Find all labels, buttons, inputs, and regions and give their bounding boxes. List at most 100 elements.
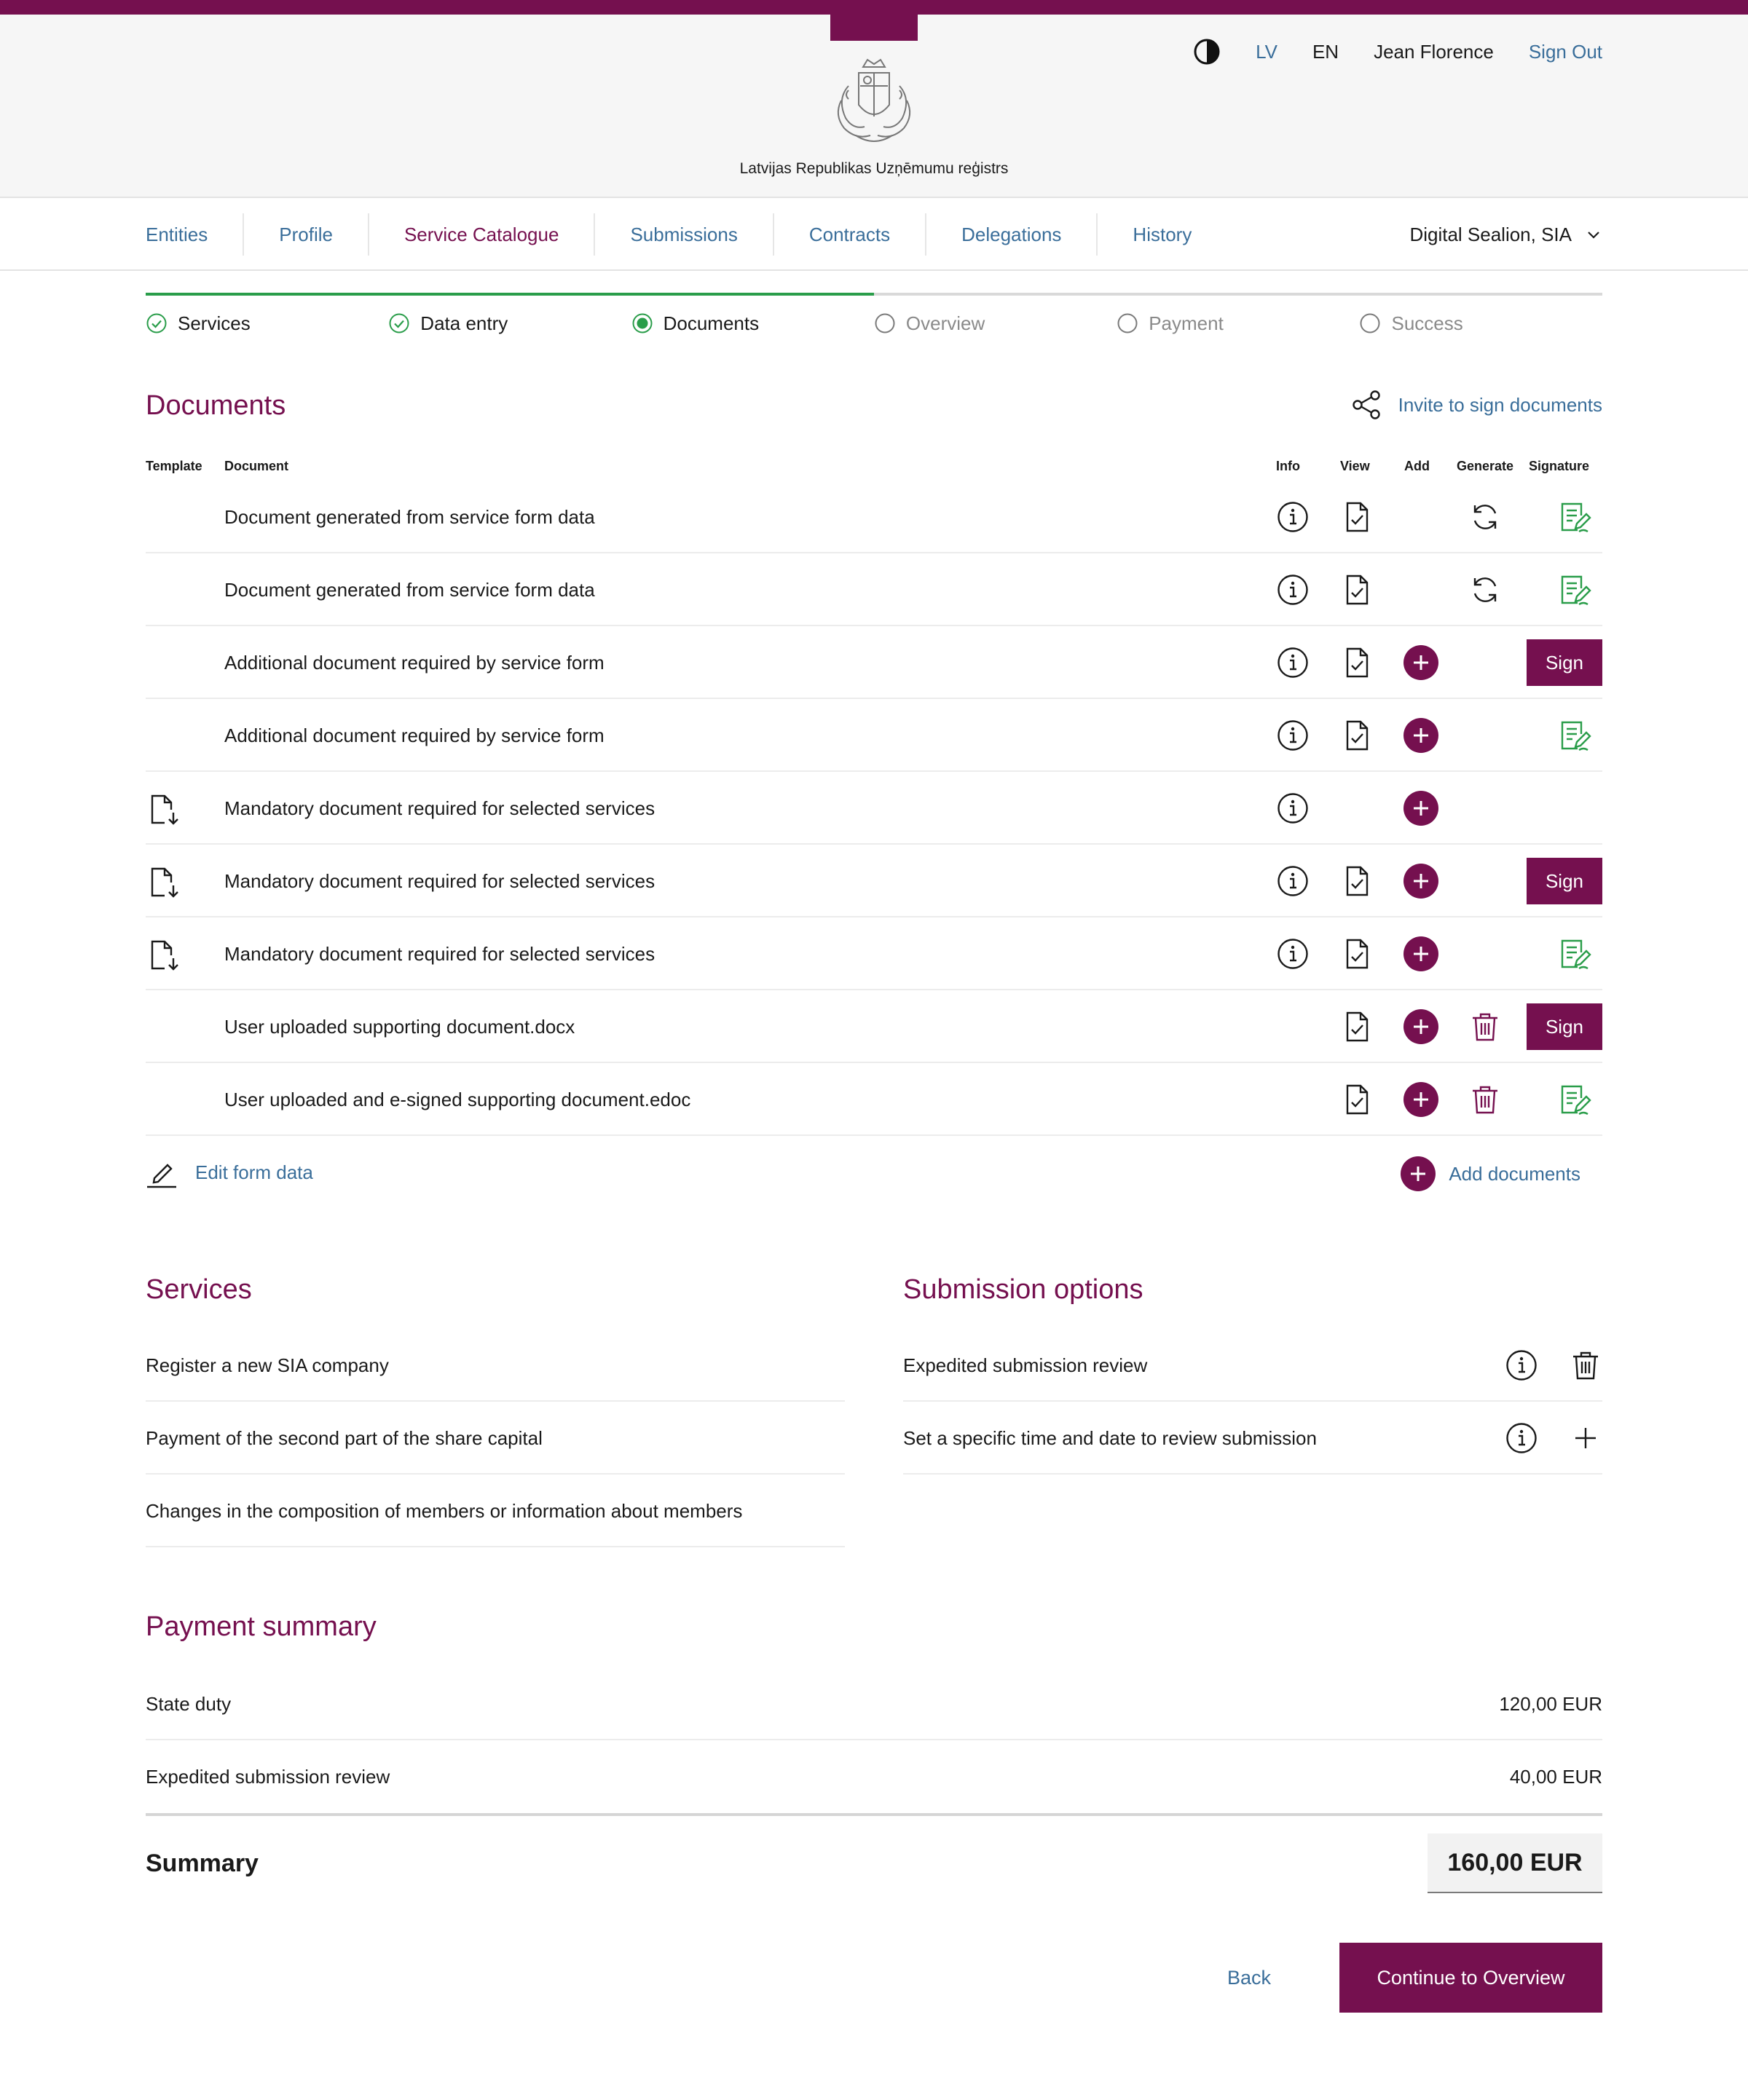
delete-cell: [1452, 1063, 1518, 1136]
step-payment: Payment: [1117, 307, 1359, 339]
nav-item-history[interactable]: History: [1096, 213, 1227, 256]
add-file-icon[interactable]: [1403, 791, 1438, 826]
download-template-icon[interactable]: [149, 939, 179, 971]
nav-item-service-catalogue[interactable]: Service Catalogue: [367, 213, 594, 256]
step-label: Overview: [905, 312, 985, 334]
download-template-icon[interactable]: [149, 794, 179, 826]
progress-steps: Services Data entry Documents Overview P…: [146, 307, 1602, 339]
table-row: Document generated from service form dat…: [146, 481, 1602, 553]
entity-selector[interactable]: Digital Sealion, SIA: [1409, 224, 1602, 246]
payment-label: State duty: [146, 1693, 232, 1715]
info-icon[interactable]: [1276, 937, 1310, 971]
contrast-toggle-icon[interactable]: [1193, 38, 1221, 66]
info-cell: [1260, 553, 1326, 626]
view-cell: [1324, 626, 1390, 699]
sign-button[interactable]: Sign: [1527, 639, 1602, 686]
add-file-icon[interactable]: [1403, 864, 1438, 899]
pending-step-icon: [1360, 313, 1380, 333]
submission-options-title: Submission options: [903, 1274, 1143, 1305]
step-label: Documents: [663, 312, 760, 334]
view-document-icon[interactable]: [1340, 719, 1374, 752]
progress-fill: [146, 293, 874, 296]
signature-cell: [1522, 553, 1602, 626]
info-icon[interactable]: [1276, 719, 1310, 752]
user-name: Jean Florence: [1374, 40, 1494, 63]
sign-out-link[interactable]: Sign Out: [1529, 41, 1602, 63]
info-cell: [1260, 845, 1326, 917]
summary-label: Summary: [146, 1850, 259, 1877]
view-document-icon[interactable]: [1340, 937, 1374, 971]
add-cell: [1388, 699, 1454, 772]
table-row: User uploaded and e-signed supporting do…: [146, 1063, 1602, 1136]
signed-document-icon[interactable]: [1557, 572, 1592, 607]
info-icon[interactable]: [1276, 646, 1310, 679]
signed-document-icon[interactable]: [1557, 500, 1592, 534]
view-cell: [1324, 699, 1390, 772]
back-button[interactable]: Back: [1209, 1943, 1289, 2013]
view-cell: [1324, 481, 1390, 553]
table-row: Mandatory document required for selected…: [146, 917, 1602, 990]
header-flag: [830, 15, 918, 41]
step-services: Services: [146, 307, 388, 339]
nav-item-contracts[interactable]: Contracts: [772, 213, 925, 256]
column-add: Add: [1404, 459, 1430, 473]
add-documents-button[interactable]: Add documents: [1401, 1156, 1580, 1191]
view-document-icon[interactable]: [1340, 573, 1374, 607]
continue-to-overview-button[interactable]: Continue to Overview: [1339, 1943, 1602, 2013]
refresh-icon[interactable]: [1468, 573, 1502, 607]
add-file-icon[interactable]: [1403, 1082, 1438, 1117]
info-icon[interactable]: [1276, 864, 1310, 898]
refresh-icon[interactable]: [1468, 500, 1502, 534]
edit-form-data-link[interactable]: Edit form data: [146, 1156, 313, 1188]
step-label: Services: [178, 312, 251, 334]
step-label: Success: [1391, 312, 1463, 334]
language-lv-link[interactable]: LV: [1256, 41, 1277, 63]
download-template-icon[interactable]: [149, 867, 179, 899]
info-icon[interactable]: [1276, 500, 1310, 534]
signed-document-icon[interactable]: [1557, 718, 1592, 753]
trash-icon[interactable]: [1569, 1349, 1602, 1382]
service-label: Register a new SIA company: [146, 1354, 389, 1376]
sign-button[interactable]: Sign: [1527, 1003, 1602, 1050]
view-document-icon[interactable]: [1340, 864, 1374, 898]
signed-document-icon[interactable]: [1557, 1082, 1592, 1117]
view-document-icon[interactable]: [1340, 500, 1374, 534]
add-file-icon[interactable]: [1403, 1009, 1438, 1044]
step-documents: Documents: [631, 307, 874, 339]
view-document-icon[interactable]: [1340, 1083, 1374, 1116]
view-document-icon[interactable]: [1340, 646, 1374, 679]
info-icon[interactable]: [1276, 573, 1310, 607]
sign-button[interactable]: Sign: [1527, 858, 1602, 904]
nav-item-entities[interactable]: Entities: [146, 213, 243, 256]
language-en-link[interactable]: EN: [1312, 41, 1339, 63]
edit-form-label: Edit form data: [195, 1161, 313, 1183]
main-nav: Entities Profile Service Catalogue Submi…: [146, 211, 1602, 258]
submission-options-list: Expedited submission review Set a specif…: [903, 1329, 1602, 1475]
check-circle-icon: [389, 313, 409, 333]
nav-item-profile[interactable]: Profile: [243, 213, 368, 256]
invite-to-sign-link[interactable]: Invite to sign documents: [1350, 389, 1602, 421]
summary-row: Summary 160,00 EUR: [146, 1816, 1602, 1896]
add-file-icon[interactable]: [1403, 718, 1438, 753]
column-document: Document: [224, 459, 289, 473]
add-file-icon[interactable]: [1403, 936, 1438, 971]
nav-item-delegations[interactable]: Delegations: [925, 213, 1096, 256]
trash-icon[interactable]: [1468, 1083, 1502, 1116]
plus-icon[interactable]: [1569, 1421, 1602, 1455]
info-cell: [1260, 917, 1326, 990]
add-file-icon[interactable]: [1403, 645, 1438, 680]
view-document-icon[interactable]: [1340, 1010, 1374, 1043]
add-documents-label: Add documents: [1449, 1162, 1580, 1185]
document-name: Mandatory document required for selected…: [224, 943, 656, 965]
signed-document-icon[interactable]: [1557, 936, 1592, 971]
info-icon[interactable]: [1276, 792, 1310, 825]
info-icon[interactable]: [1505, 1421, 1538, 1455]
services-list: Register a new SIA company Payment of th…: [146, 1329, 845, 1547]
signature-cell: [1522, 1063, 1602, 1136]
summary-amount: 160,00 EUR: [1428, 1833, 1602, 1893]
info-icon[interactable]: [1505, 1349, 1538, 1382]
signature-cell: [1522, 481, 1602, 553]
trash-icon[interactable]: [1468, 1010, 1502, 1043]
nav-item-submissions[interactable]: Submissions: [594, 213, 772, 256]
signature-cell: [1522, 699, 1602, 772]
